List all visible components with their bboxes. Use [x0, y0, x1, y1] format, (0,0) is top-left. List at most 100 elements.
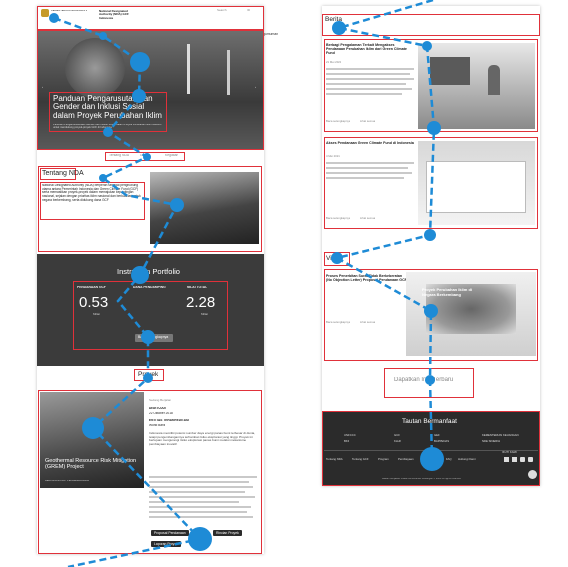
footer-nav-item[interactable]: FAQ — [446, 458, 452, 461]
text-line — [326, 78, 414, 80]
project-body: Indonesia memiliki potensi sumber daya e… — [149, 432, 256, 446]
news-item-more[interactable]: Baca selengkapnya — [326, 217, 350, 220]
footer-nav-item[interactable]: Tentang NDA — [326, 458, 343, 461]
proposal-button[interactable]: Proposal Pendanaan — [151, 530, 189, 536]
video-thumbnail[interactable]: Proyek Perubahan Iklim di Negara Berkemb… — [406, 272, 536, 356]
project-report-button[interactable]: Laporan Proyek — [151, 541, 181, 547]
text-line — [326, 167, 408, 169]
hero-prev-arrow[interactable]: ‹ — [42, 86, 43, 89]
text-line — [326, 93, 402, 95]
stat-label: NILAI TOTAL — [187, 286, 208, 289]
slide-thumb — [426, 161, 526, 213]
search-label[interactable]: Search — [217, 9, 227, 12]
facebook-icon[interactable] — [504, 457, 509, 462]
project-meta: World Bank — [149, 424, 166, 427]
news-item-title[interactable]: Akses Pendanaan Green Climate Fund di In… — [326, 141, 414, 145]
news-item-share[interactable]: Lihat semua — [360, 217, 375, 220]
text-line — [326, 172, 412, 174]
text-line — [326, 162, 414, 164]
footer-nav-item[interactable]: Program — [378, 458, 389, 461]
project-meta: 22 Oktober 2018 — [149, 412, 173, 415]
hero-region — [37, 30, 264, 150]
logo-text: KEMENTERIAN KEUANGAN REPUBLIK INDONESIA — [51, 10, 87, 12]
text-line — [149, 511, 247, 513]
project-meta: DISETUJUI — [149, 407, 166, 410]
nda-title: National Designated Authority (NDA) GCF … — [99, 10, 129, 20]
text-line — [149, 491, 245, 493]
footer-link[interactable]: NDE SINERGI — [482, 440, 500, 443]
project-badge: Sedang Berjalan — [149, 399, 172, 402]
social-label: IKUTI KAMI — [502, 451, 517, 454]
logo-icon — [41, 9, 49, 17]
stat-label: DANA PENDAMPING — [133, 286, 166, 289]
text-line — [149, 506, 251, 508]
portfolio-more-button[interactable]: Baca Selengkapnya — [135, 334, 173, 342]
footer-link[interactable]: GCF — [394, 434, 400, 437]
text-line — [326, 88, 412, 90]
news-heading-box — [322, 14, 540, 36]
about-photo — [150, 172, 259, 244]
footer-nav-item[interactable]: Kegiatan — [424, 458, 435, 461]
footer-link[interactable]: BAPPENAS — [434, 440, 449, 443]
stat-unit: Miliar — [93, 313, 101, 316]
presenter-figure — [488, 65, 500, 95]
twitter-icon[interactable] — [512, 457, 517, 462]
hero-title: Panduan Pengarusutamaan Gender dan Inklu… — [53, 95, 162, 120]
text-line — [326, 68, 414, 70]
project-card-image[interactable] — [40, 392, 144, 488]
footer-nav-item[interactable]: Hubungi Kami — [458, 458, 476, 461]
project-heading: Proyek — [138, 371, 159, 378]
hero-desc: Panduan Pengarusutamaan Gender dan Inklu… — [53, 124, 162, 129]
lang-switch[interactable]: ID — [247, 9, 250, 12]
sub-tab[interactable]: Kegiatan — [165, 154, 178, 158]
scroll-top-icon[interactable] — [528, 470, 537, 479]
video-title[interactable]: Proses Penerbitan Surat Tidak Berkeberat… — [326, 274, 408, 282]
instagram-icon[interactable] — [520, 457, 525, 462]
footer-link[interactable]: KLHK — [394, 440, 401, 443]
project-meta: ENTITAS TERAKREDITASI — [149, 419, 189, 422]
text-line — [149, 486, 253, 488]
text-line — [326, 83, 406, 85]
text-line — [149, 476, 257, 478]
video-overlay-text: Proyek Perubahan Iklim di Negara Berkemb… — [422, 288, 473, 297]
youtube-icon[interactable] — [528, 457, 533, 462]
news-heading: Berita — [325, 16, 342, 23]
text-line — [149, 516, 253, 518]
footer-heading: Tautan Bermanfaat — [402, 418, 457, 425]
project-card-sub: BERLANGSUNG / PENGEMBANGAN — [45, 480, 90, 482]
stat-unit: Miliar — [201, 313, 209, 316]
about-heading: Tentang NDA — [42, 170, 84, 177]
news-item-more[interactable]: Baca selengkapnya — [326, 120, 350, 123]
news-item-date: 21 Mei 2021 — [326, 61, 342, 64]
homepage-right: Berita Berbagi Pengalaman Terkait Mengak… — [322, 6, 540, 486]
news-item-title[interactable]: Berbagi Pengalaman Terkait Mengakses Pen… — [326, 43, 414, 55]
footer-nav-item[interactable]: Pembiayaan — [398, 458, 414, 461]
screenshot-stage: KEMENTERIAN KEUANGAN REPUBLIK INDONESIA … — [0, 0, 568, 567]
project-detail-button[interactable]: Rincian Proyek — [213, 530, 242, 536]
video-heading: Video — [326, 255, 343, 262]
stat-value: 0.53 — [79, 294, 109, 311]
footer-link[interactable]: GEF — [434, 434, 440, 437]
footer-link[interactable]: KEMENTERIAN KEUANGAN — [482, 434, 519, 437]
hero-next-arrow[interactable]: › — [255, 86, 256, 89]
stat-label: PENDANAAN GCF — [77, 286, 106, 289]
video-more[interactable]: Baca selengkapnya — [326, 321, 350, 324]
text-line — [326, 73, 410, 75]
video-share[interactable]: Lihat semua — [360, 321, 375, 324]
news-item-image[interactable] — [418, 43, 535, 129]
text-line — [149, 501, 239, 503]
footer-nav-item[interactable]: Tentang GCF — [352, 458, 369, 461]
text-line — [326, 177, 404, 179]
sub-tab[interactable]: GCF — [140, 154, 147, 158]
screen-thumb — [430, 57, 470, 85]
footer-link[interactable]: UNFCCC — [344, 434, 356, 437]
homepage-left: KEMENTERIAN KEUANGAN REPUBLIK INDONESIA … — [37, 6, 278, 554]
news-item-share[interactable]: Lihat semua — [360, 120, 375, 123]
news-item-image[interactable] — [418, 141, 535, 225]
footer-link[interactable]: BKF — [344, 440, 349, 443]
about-body: National Designated Authority (NDA) berp… — [42, 184, 141, 202]
news-item-date: 4 Mei 2021 — [326, 155, 340, 158]
sub-tab[interactable]: Tentang NDA — [109, 154, 129, 158]
stat-value: 2.28 — [186, 294, 216, 311]
project-card-title[interactable]: Geothermal Resource Risk Mitigation (GRE… — [45, 458, 141, 471]
